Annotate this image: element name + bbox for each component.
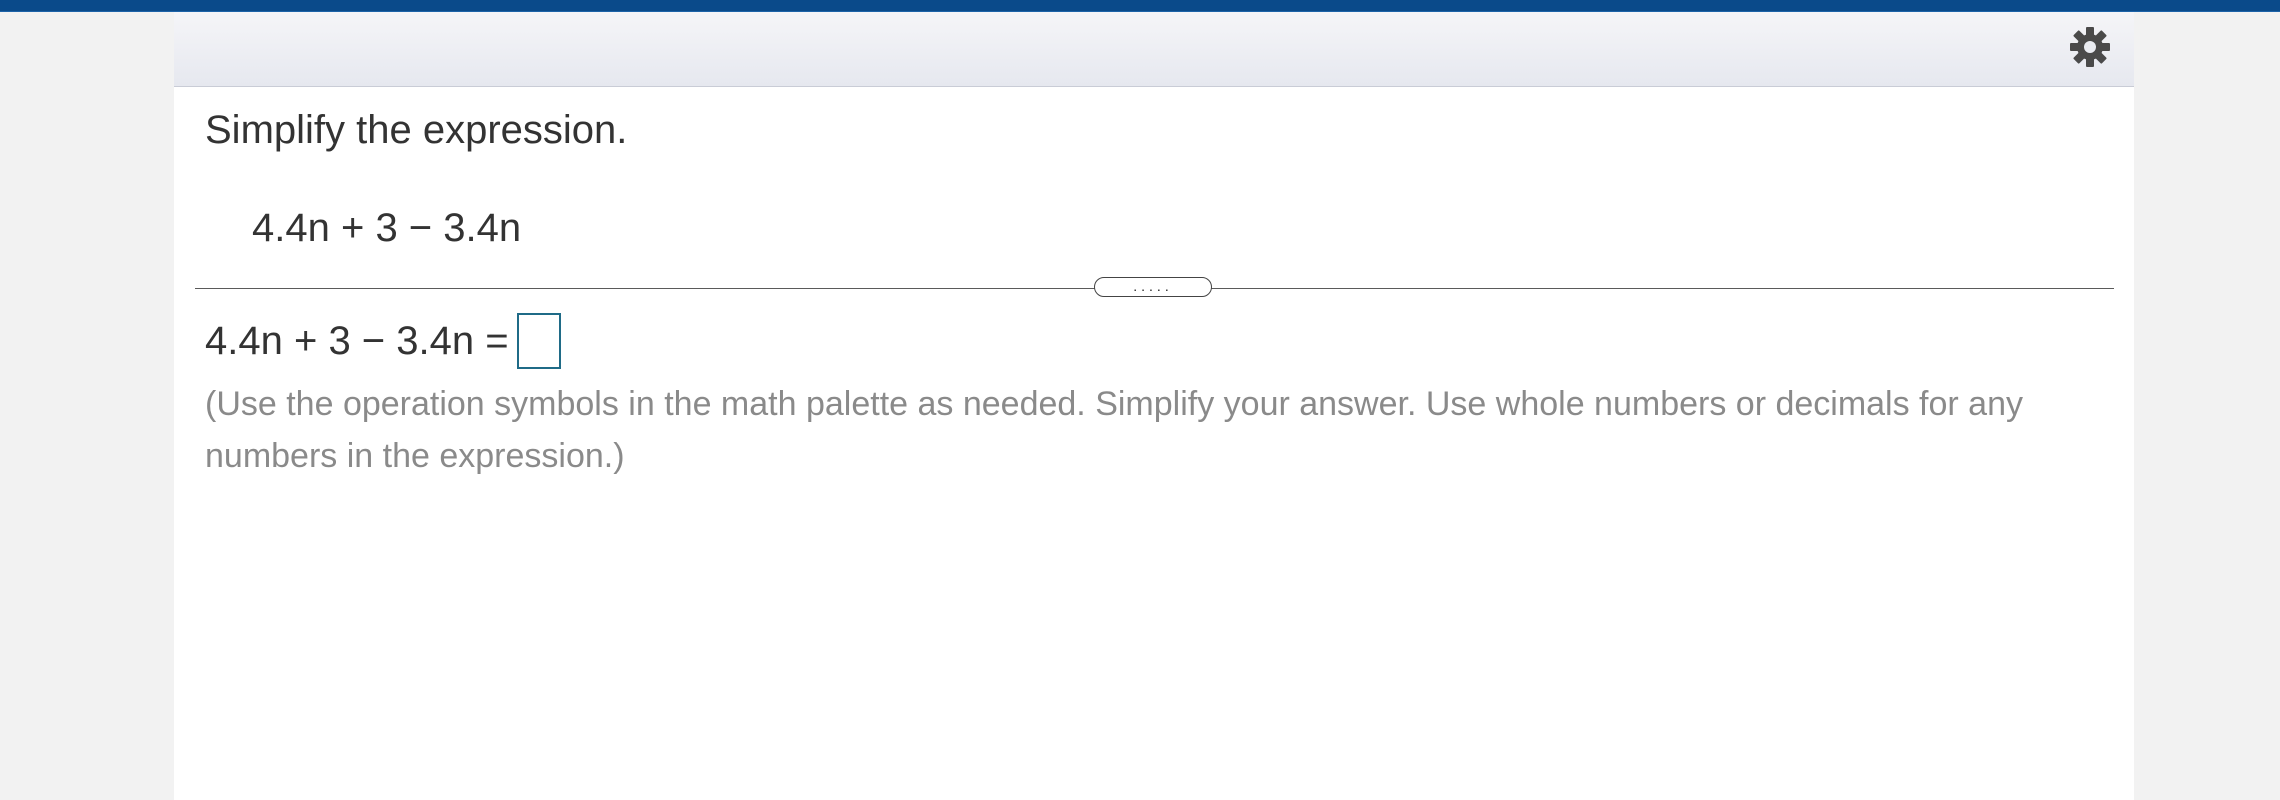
question-expression: 4.4n + 3 − 3.4n bbox=[252, 206, 522, 250]
answer-input[interactable] bbox=[516, 313, 561, 369]
gear-icon[interactable] bbox=[2068, 25, 2112, 69]
answer-row: 4.4n + 3 − 3.4n = bbox=[205, 310, 561, 372]
divider-handle[interactable]: ..... bbox=[1094, 277, 1212, 297]
question-toolbar bbox=[174, 12, 2134, 87]
question-panel: Simplify the expression. 4.4n + 3 − 3.4n… bbox=[174, 12, 2134, 800]
question-prompt: Simplify the expression. bbox=[205, 108, 628, 152]
top-stripe bbox=[0, 0, 2280, 12]
answer-equation-label: 4.4n + 3 − 3.4n = bbox=[205, 318, 509, 363]
answer-instructions: (Use the operation symbols in the math p… bbox=[205, 385, 2024, 475]
